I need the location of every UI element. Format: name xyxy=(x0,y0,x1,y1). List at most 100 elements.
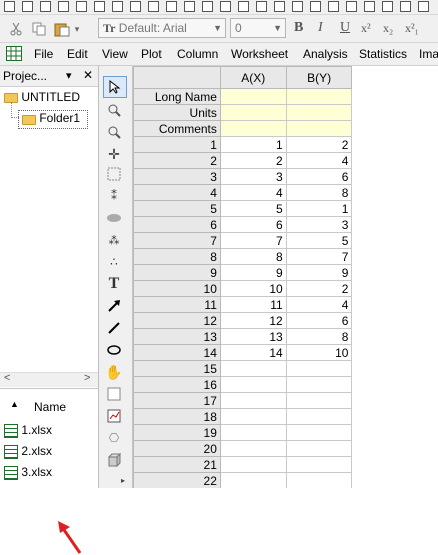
row-label-units[interactable]: Units xyxy=(133,104,221,121)
list-item[interactable]: 3.xlsx xyxy=(4,465,52,480)
cell-a[interactable]: 1 xyxy=(219,136,287,153)
row-number[interactable]: 18 xyxy=(133,408,221,425)
new-matrix-icon[interactable] xyxy=(58,1,69,12)
cell-b[interactable]: 3 xyxy=(285,216,353,233)
cell-b[interactable] xyxy=(285,408,353,425)
open-template-icon[interactable] xyxy=(202,1,213,12)
text-tool-icon[interactable]: T xyxy=(103,274,125,294)
sort-chevron-icon[interactable]: ▲ xyxy=(10,399,19,409)
list-item[interactable]: 2.xlsx xyxy=(4,444,52,459)
zoom-out-icon[interactable] xyxy=(103,122,125,142)
recalculate-icon[interactable] xyxy=(328,1,339,12)
menu-worksheet[interactable]: Worksheet xyxy=(231,47,288,61)
row-number[interactable]: 10 xyxy=(133,280,221,297)
cell-a[interactable]: 3 xyxy=(219,168,287,185)
cell-b[interactable]: 6 xyxy=(285,312,353,329)
cell-b[interactable]: 8 xyxy=(285,184,353,201)
cell-a[interactable]: 13 xyxy=(219,328,287,345)
cell-a[interactable]: 12 xyxy=(219,312,287,329)
row-number[interactable]: 20 xyxy=(133,440,221,457)
row-number[interactable]: 22 xyxy=(133,472,221,488)
ellipse-tool-icon[interactable] xyxy=(103,340,125,360)
cell-a[interactable] xyxy=(219,424,287,441)
print-icon[interactable] xyxy=(346,1,357,12)
tree-item-folder1[interactable]: Folder1 xyxy=(18,110,88,129)
comments-cell-b[interactable] xyxy=(285,120,353,137)
row-number[interactable]: 11 xyxy=(133,296,221,313)
row-number[interactable]: 12 xyxy=(133,312,221,329)
cell-a[interactable] xyxy=(219,456,287,473)
superscript-button[interactable]: x² xyxy=(361,18,371,38)
cell-a[interactable] xyxy=(219,408,287,425)
cell-b[interactable] xyxy=(285,440,353,457)
row-number[interactable]: 5 xyxy=(133,200,221,217)
row-number[interactable]: 21 xyxy=(133,456,221,473)
subscript-button[interactable]: x₂ xyxy=(383,18,393,38)
new-project-icon[interactable] xyxy=(4,1,15,12)
scroll-left-icon[interactable]: < xyxy=(4,372,10,384)
row-number[interactable]: 17 xyxy=(133,392,221,409)
row-label-long-name[interactable]: Long Name xyxy=(133,88,221,105)
cell-b[interactable]: 1 xyxy=(285,200,353,217)
cell-a[interactable]: 6 xyxy=(219,216,287,233)
cell-b[interactable]: 4 xyxy=(285,296,353,313)
cell-b[interactable]: 7 xyxy=(285,248,353,265)
worksheet-window-icon[interactable] xyxy=(6,46,22,61)
row-number[interactable]: 13 xyxy=(133,328,221,345)
menu-analysis[interactable]: Analysis xyxy=(303,47,348,61)
draw-data-icon[interactable]: ⁂ xyxy=(103,230,125,250)
paste-dropdown-icon[interactable]: ▾ xyxy=(72,19,82,39)
more-tools-chevron-icon[interactable]: ▸ xyxy=(121,476,125,485)
data-reader-icon[interactable] xyxy=(103,164,125,184)
cell-a[interactable] xyxy=(219,360,287,377)
hand-tool-icon[interactable]: ✋ xyxy=(103,362,125,382)
arrow-tool-icon[interactable] xyxy=(103,296,125,316)
cell-b[interactable] xyxy=(285,456,353,473)
cell-b[interactable] xyxy=(285,392,353,409)
units-cell-a[interactable] xyxy=(219,104,287,121)
cell-b[interactable]: 5 xyxy=(285,232,353,249)
screen-reader-icon[interactable]: ✛ xyxy=(103,144,125,164)
row-label-comments[interactable]: Comments xyxy=(133,120,221,137)
cell-b[interactable]: 2 xyxy=(285,136,353,153)
open-icon[interactable] xyxy=(184,1,195,12)
menu-edit[interactable]: Edit xyxy=(67,47,88,61)
cell-b[interactable]: 9 xyxy=(285,264,353,281)
underline-button[interactable]: U xyxy=(340,18,350,38)
cell-a[interactable]: 7 xyxy=(219,232,287,249)
menu-view[interactable]: View xyxy=(102,47,128,61)
cell-b[interactable]: 6 xyxy=(285,168,353,185)
close-icon[interactable]: ✕ xyxy=(83,68,93,82)
comments-cell-a[interactable] xyxy=(219,120,287,137)
zoom-in-icon[interactable] xyxy=(103,100,125,120)
row-number[interactable]: 19 xyxy=(133,424,221,441)
menu-statistics[interactable]: Statistics xyxy=(359,47,407,61)
pointer-tool-icon[interactable] xyxy=(103,76,127,98)
row-number[interactable]: 4 xyxy=(133,184,221,201)
paste-icon[interactable] xyxy=(52,19,72,39)
cell-a[interactable]: 4 xyxy=(219,184,287,201)
duplicate-icon[interactable] xyxy=(382,1,393,12)
line-tool-icon[interactable] xyxy=(103,318,125,338)
graph-object-icon[interactable] xyxy=(103,406,125,426)
scroll-right-icon[interactable]: > xyxy=(84,372,90,384)
cell-a[interactable]: 14 xyxy=(219,344,287,361)
cell-b[interactable]: 2 xyxy=(285,280,353,297)
refresh-icon[interactable] xyxy=(400,1,411,12)
row-number[interactable]: 3 xyxy=(133,168,221,185)
menu-column[interactable]: Column xyxy=(177,47,218,61)
open-excel-icon[interactable] xyxy=(220,1,231,12)
corner-cell[interactable] xyxy=(133,66,221,89)
layer-icon[interactable]: ⎔ xyxy=(103,428,125,448)
cell-a[interactable]: 2 xyxy=(219,152,287,169)
cell-b[interactable] xyxy=(285,376,353,393)
new-function-icon[interactable] xyxy=(94,1,105,12)
export-icon[interactable] xyxy=(364,1,375,12)
column-header-a[interactable]: A(X) xyxy=(219,66,287,89)
new-notes-icon[interactable] xyxy=(130,1,141,12)
row-number[interactable]: 8 xyxy=(133,248,221,265)
save-template-icon[interactable] xyxy=(274,1,285,12)
cell-b[interactable] xyxy=(285,424,353,441)
row-number[interactable]: 16 xyxy=(133,376,221,393)
font-size-select[interactable]: 0 ▼ xyxy=(230,18,286,38)
